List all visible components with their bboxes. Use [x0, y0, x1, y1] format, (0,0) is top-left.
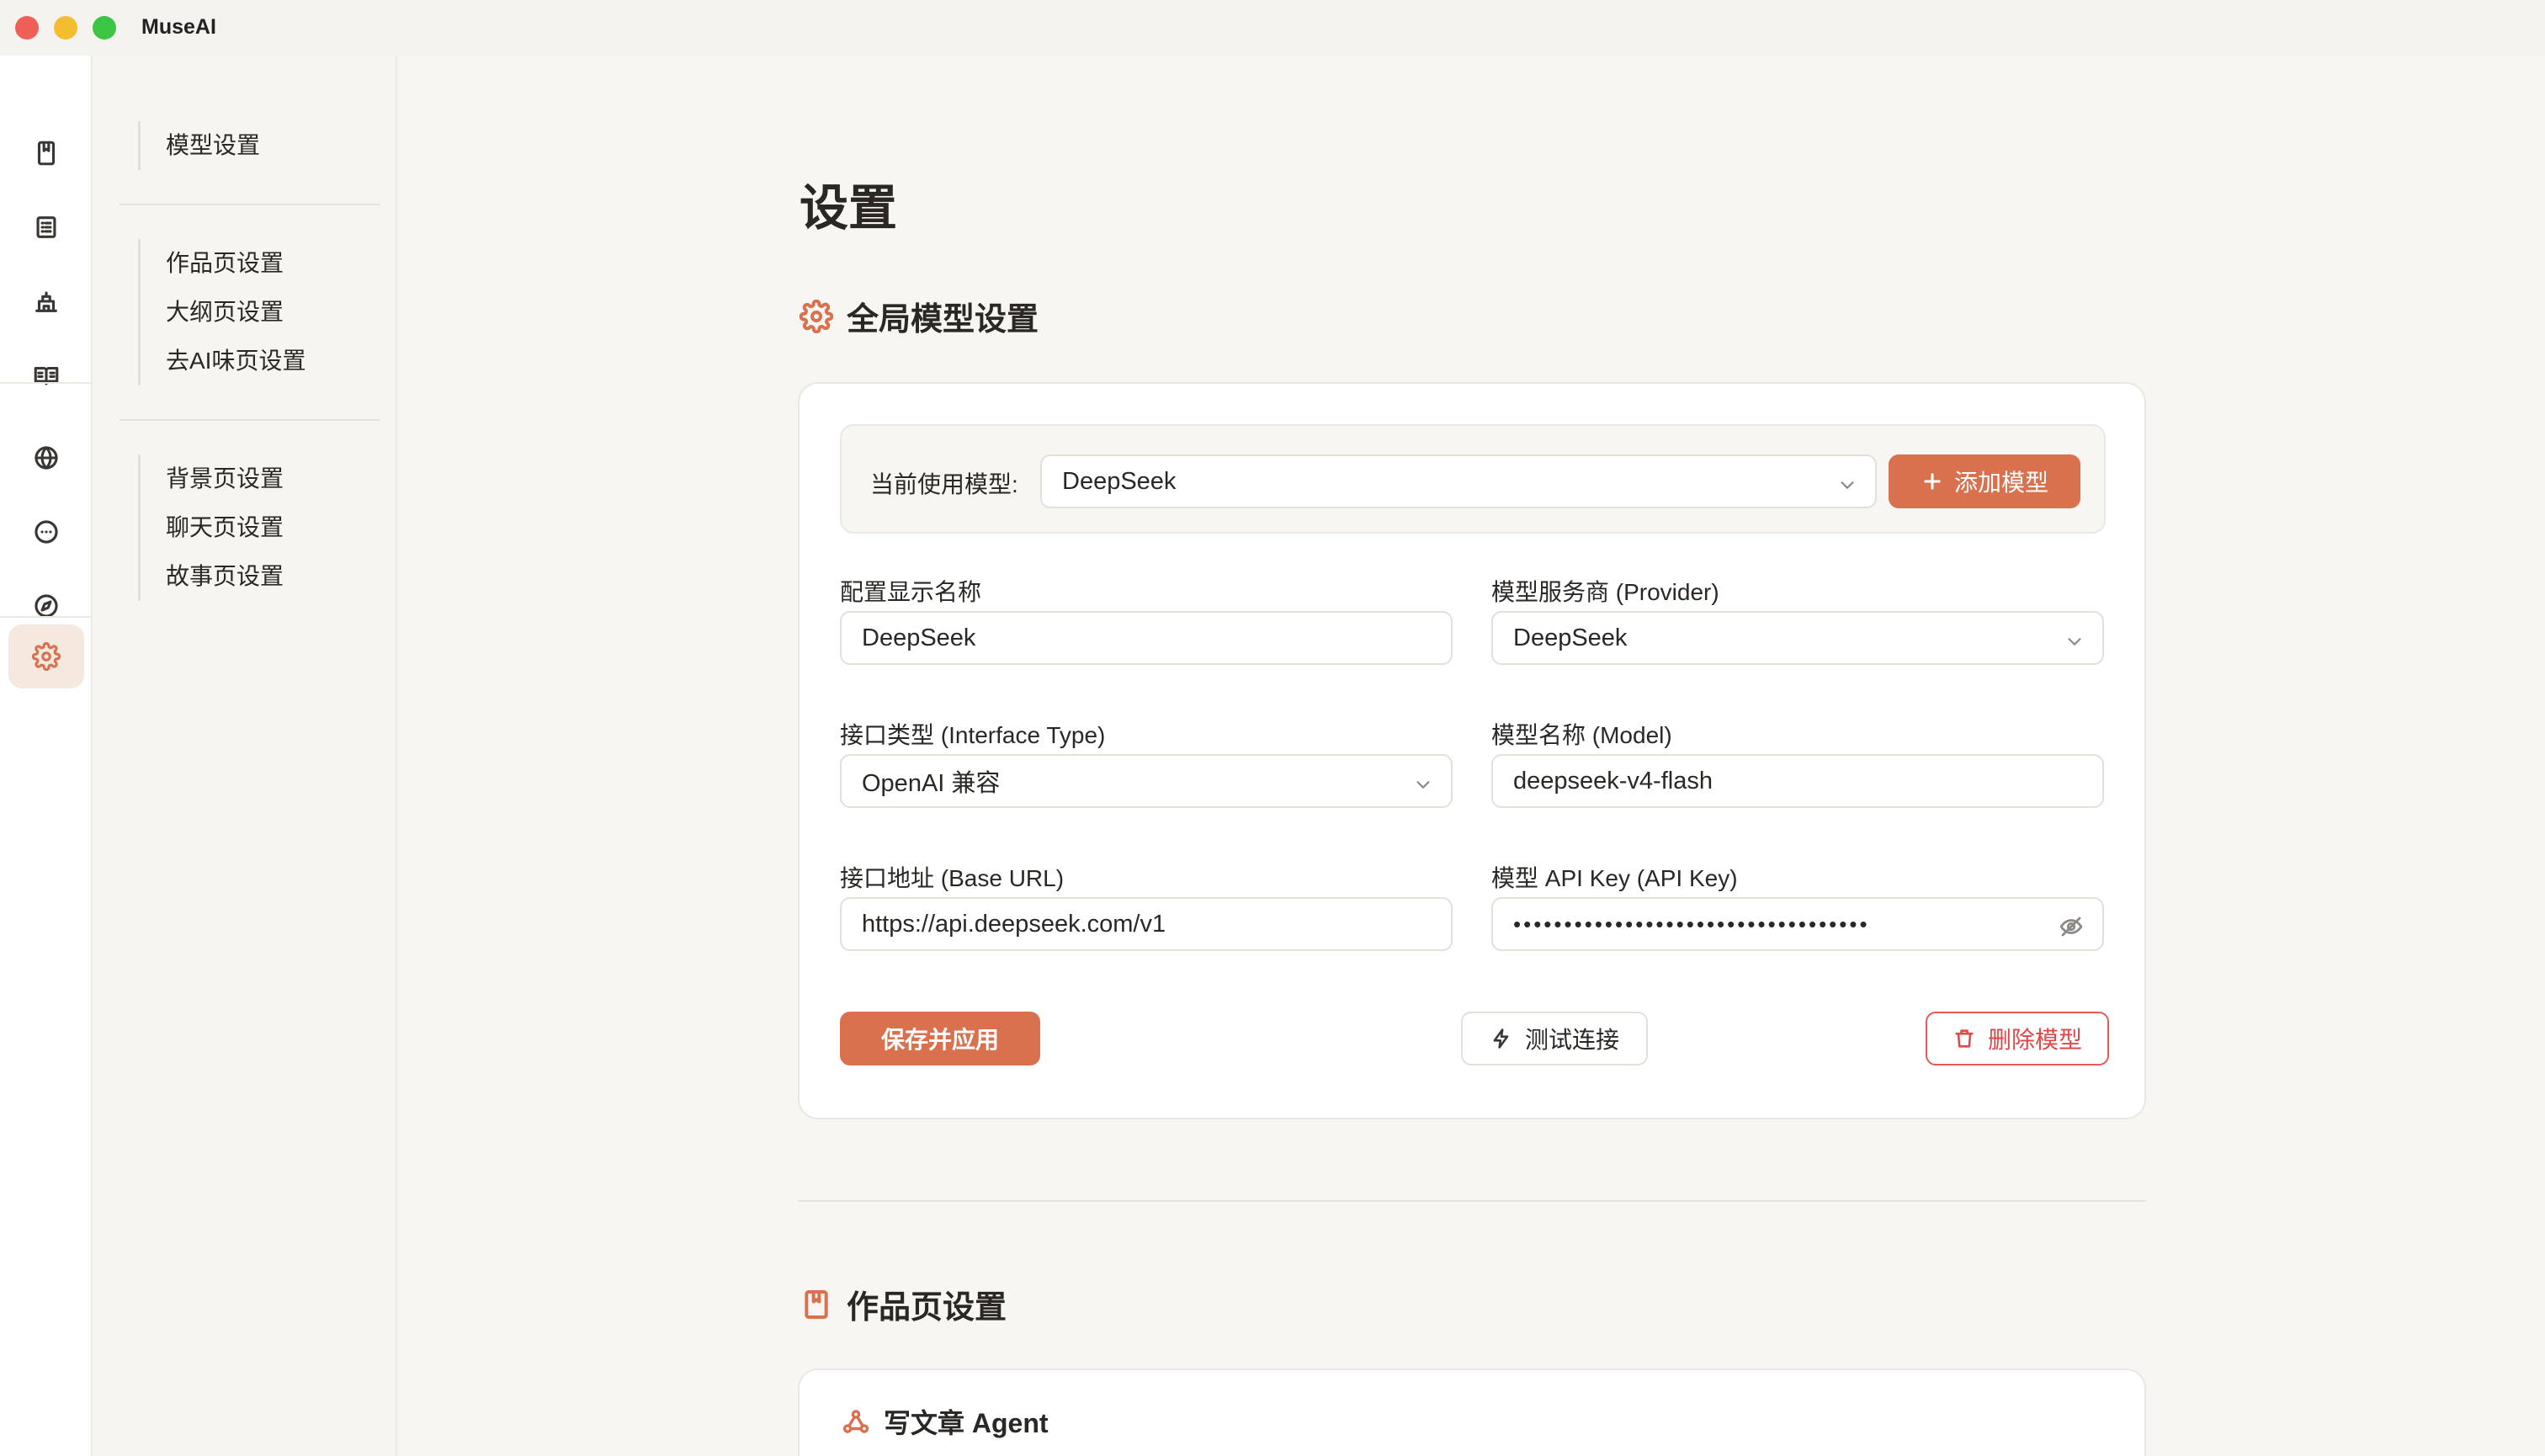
settings-subnav: 模型设置 作品页设置 大纲页设置 去AI味页设置 背景页设置 聊天页设置 故事页…	[94, 56, 397, 1456]
current-model-value: DeepSeek	[1062, 467, 1177, 495]
section-title: 全局模型设置	[847, 302, 1039, 337]
icon-rail	[0, 56, 93, 1456]
subnav-item-story-settings[interactable]: 故事页设置	[141, 552, 382, 601]
rail-works-button[interactable]	[8, 121, 84, 185]
api-key-value: •••••••••••••••••••••••••••••••••••	[1513, 911, 1870, 937]
zoom-window-button[interactable]	[93, 16, 116, 40]
provider-label: 模型服务商 (Provider)	[1491, 579, 1719, 605]
global-model-section-header: 全局模型设置	[800, 293, 1039, 339]
chat-icon	[35, 520, 58, 544]
trash-icon	[1955, 1029, 1974, 1048]
globe-icon	[35, 446, 58, 470]
rail-divider	[0, 616, 93, 618]
section-divider	[798, 1200, 2146, 1202]
minimize-window-button[interactable]	[54, 16, 77, 40]
app-title: MuseAI	[141, 15, 216, 39]
display-name-value: DeepSeek	[862, 624, 976, 651]
rail-divider	[0, 382, 93, 384]
page-title: 设置	[800, 181, 898, 236]
subnav-divider	[120, 419, 380, 421]
api-key-label: 模型 API Key (API Key)	[1491, 865, 1738, 891]
base-url-label: 接口地址 (Base URL)	[840, 865, 1065, 891]
base-url-value: https://api.deepseek.com/v1	[862, 910, 1166, 938]
test-connection-button[interactable]: 测试连接	[1461, 1012, 1648, 1065]
base-url-input[interactable]: https://api.deepseek.com/v1	[840, 897, 1453, 951]
provider-select[interactable]: DeepSeek	[1491, 611, 2104, 665]
current-model-bar: 当前使用模型: DeepSeek 添加模型	[840, 424, 2106, 534]
api-key-input[interactable]: •••••••••••••••••••••••••••••••••••	[1491, 897, 2104, 951]
delete-model-button[interactable]: 删除模型	[1926, 1012, 2109, 1065]
app-window: MuseAI 模型设置 作品页设置 大纲页设置 去AI味页设置 背景页设置 聊天…	[0, 0, 2545, 1456]
display-name-label: 配置显示名称	[840, 579, 982, 605]
interface-type-value: OpenAI 兼容	[862, 770, 1001, 797]
model-name-input[interactable]: deepseek-v4-flash	[1491, 754, 2104, 808]
works-icon	[37, 141, 56, 166]
works-section-header: 作品页设置	[800, 1281, 1007, 1327]
write-agent-title: 写文章 Agent	[884, 1408, 1049, 1438]
subnav-item-deai-settings[interactable]: 去AI味页设置	[141, 337, 382, 385]
book-icon	[34, 366, 59, 385]
interface-type-label: 接口类型 (Interface Type)	[840, 722, 1106, 748]
current-model-label: 当前使用模型:	[870, 471, 1018, 497]
save-apply-label: 保存并应用	[880, 1027, 999, 1053]
bookmark-icon	[805, 1289, 828, 1319]
model-name-label: 模型名称 (Model)	[1491, 722, 1672, 748]
rail-world-button[interactable]	[8, 426, 84, 490]
gear-icon	[800, 299, 833, 333]
chevron-down-icon	[1414, 773, 1432, 791]
subnav-item-works-settings[interactable]: 作品页设置	[141, 239, 382, 288]
settings-content: 设置 全局模型设置 当前使用模型: DeepSeek 添加模型 配置显示名称 D…	[399, 56, 2545, 1456]
rail-outline-button[interactable]	[8, 195, 84, 259]
global-model-card: 当前使用模型: DeepSeek 添加模型 配置显示名称 DeepSeek 模型…	[798, 382, 2146, 1119]
building-icon	[35, 291, 57, 312]
rail-chat-button[interactable]	[8, 500, 84, 564]
current-model-select[interactable]: DeepSeek	[1040, 454, 1877, 508]
test-connection-label: 测试连接	[1524, 1027, 1619, 1053]
add-model-button[interactable]: 添加模型	[1889, 454, 2080, 508]
lightning-icon	[1493, 1028, 1509, 1049]
subnav-divider	[120, 204, 380, 205]
settings-icon	[32, 642, 61, 671]
eye-off-icon[interactable]	[2059, 914, 2084, 939]
write-agent-header: 写文章 Agent	[842, 1402, 1049, 1441]
add-model-label: 添加模型	[1953, 470, 2048, 496]
plus-icon	[1924, 473, 1941, 490]
title-bar: MuseAI	[0, 0, 2545, 56]
delete-model-label: 删除模型	[1987, 1027, 2082, 1053]
model-name-value: deepseek-v4-flash	[1513, 767, 1713, 794]
outline-icon	[36, 216, 56, 238]
subnav-group-writing: 作品页设置 大纲页设置 去AI味页设置	[138, 239, 382, 385]
subnav-group-model: 模型设置	[138, 121, 382, 170]
rail-settings-button[interactable]	[8, 624, 84, 688]
subnav-item-chat-settings[interactable]: 聊天页设置	[141, 503, 382, 552]
subnav-item-model-settings[interactable]: 模型设置	[141, 121, 382, 170]
display-name-input[interactable]: DeepSeek	[840, 611, 1453, 665]
provider-value: DeepSeek	[1513, 624, 1628, 651]
close-window-button[interactable]	[15, 16, 39, 40]
save-apply-button[interactable]: 保存并应用	[840, 1012, 1040, 1065]
subnav-item-outline-settings[interactable]: 大纲页设置	[141, 288, 382, 337]
rail-book-button[interactable]	[8, 343, 84, 407]
interface-type-select[interactable]: OpenAI 兼容	[840, 754, 1453, 808]
section-title: 作品页设置	[847, 1290, 1007, 1326]
write-agent-card: 写文章 Agent	[798, 1368, 2146, 1456]
chevron-down-icon	[1838, 473, 1857, 492]
rail-building-button[interactable]	[8, 269, 84, 333]
agent-network-icon	[842, 1410, 869, 1433]
subnav-item-background-settings[interactable]: 背景页设置	[141, 454, 382, 503]
subnav-group-world: 背景页设置 聊天页设置 故事页设置	[138, 454, 382, 601]
chevron-down-icon	[2065, 630, 2084, 648]
